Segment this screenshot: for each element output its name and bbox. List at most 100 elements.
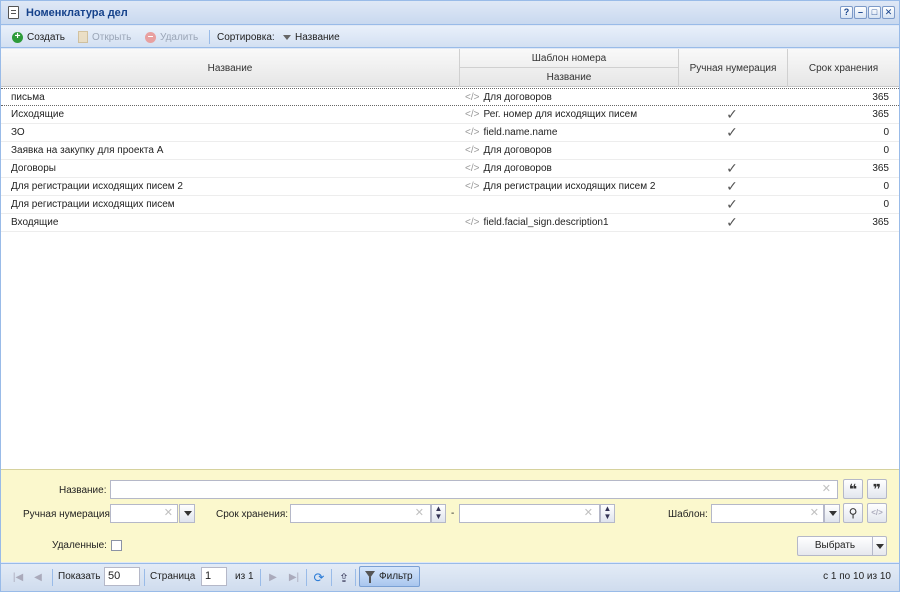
filter-deleted-label: Удаленные: — [52, 540, 107, 551]
sort-field-label: Название — [295, 31, 340, 43]
grid-header: Название Шаблон номера Название Ручная н… — [1, 49, 899, 87]
maximize-icon[interactable]: □ — [868, 6, 881, 19]
export-icon[interactable]: ⇪ — [337, 571, 351, 585]
cell-name: ЗО — [11, 127, 25, 138]
table-row[interactable]: письма </> Для договоров 365 — [1, 88, 899, 106]
check-icon: ✓ — [726, 196, 738, 212]
create-button[interactable]: + Создать — [12, 30, 65, 44]
code-icon: </> — [465, 145, 480, 156]
cell-retention: 0 — [883, 199, 889, 210]
next-page-icon[interactable]: ▶ — [266, 571, 280, 585]
table-row[interactable]: Заявка на закупку для проекта А </> Для д… — [1, 142, 899, 160]
open-document-icon — [78, 31, 88, 43]
pager-separator — [331, 569, 332, 586]
column-header-retention[interactable]: Срок хранения — [788, 49, 899, 87]
page-size-input[interactable]: 50 — [104, 567, 140, 586]
code-icon: </> — [465, 181, 480, 192]
filter-retention-label: Срок хранения: — [216, 509, 289, 520]
cell-template-text: Для договоров — [483, 163, 552, 174]
page-number-input[interactable]: 1 — [201, 567, 227, 586]
cell-template: </> field.facial_sign.description1 — [465, 214, 675, 232]
table-row[interactable]: ЗО </> field.name.name ✓ 0 — [1, 124, 899, 142]
page-size-label: Показать — [58, 571, 101, 582]
toolbar: + Создать Открыть – Удалить Сортировка: … — [1, 26, 899, 48]
delete-label: Удалить — [160, 31, 199, 43]
dropdown-trigger[interactable] — [179, 504, 195, 523]
search-icon[interactable]: ⚲ — [843, 503, 863, 523]
table-row[interactable]: Для регистрации исходящих писем ✓ 0 — [1, 196, 899, 214]
code-button[interactable]: </> — [867, 503, 887, 523]
filter-name-label: Название: — [59, 485, 107, 496]
cell-retention: 0 — [883, 127, 889, 138]
clear-icon[interactable]: ✕ — [584, 508, 593, 519]
close-icon[interactable]: ✕ — [882, 6, 895, 19]
quote-close-button[interactable]: ❞ — [867, 479, 887, 499]
sort-field-button[interactable]: Название — [283, 30, 340, 44]
select-dropdown-arrow[interactable] — [872, 537, 886, 555]
cell-name: Для регистрации исходящих писем 2 — [11, 181, 183, 192]
filter-template-select[interactable]: ✕ — [711, 504, 840, 523]
filter-button-label: Фильтр — [379, 571, 413, 582]
table-row[interactable]: Входящие </> field.facial_sign.descriptio… — [1, 214, 899, 232]
filter-icon — [365, 571, 375, 583]
clear-icon[interactable]: ✕ — [415, 508, 424, 519]
quote-open-button[interactable]: ❝ — [843, 479, 863, 499]
table-row[interactable]: Исходящие </> Рег. номер для исходящих пи… — [1, 106, 899, 124]
clear-icon[interactable]: ✕ — [164, 508, 173, 519]
cell-retention: 365 — [872, 217, 889, 228]
cell-template: </> Для договоров — [465, 89, 675, 107]
document-icon — [8, 6, 19, 19]
check-icon: ✓ — [726, 106, 738, 122]
cell-template: </> Для договоров — [465, 142, 675, 160]
cell-manual-check — [678, 89, 786, 107]
pager-separator — [260, 569, 261, 586]
open-button[interactable]: Открыть — [78, 30, 131, 44]
filter-toggle-button[interactable]: Фильтр — [359, 566, 420, 587]
column-header-name[interactable]: Название — [1, 49, 460, 87]
cell-retention: 365 — [872, 92, 889, 103]
clear-icon[interactable]: ✕ — [810, 508, 819, 519]
deleted-checkbox[interactable] — [111, 540, 122, 551]
code-icon: </> — [465, 217, 480, 228]
select-split-button[interactable]: Выбрать — [797, 536, 887, 556]
column-header-manual-label: Ручная нумерация — [689, 62, 777, 74]
column-header-manual-numbering[interactable]: Ручная нумерация — [679, 49, 788, 87]
pager-separator — [52, 569, 53, 586]
dropdown-trigger[interactable] — [824, 504, 840, 523]
code-icon: </> — [465, 127, 480, 138]
chevron-down-icon — [184, 511, 192, 516]
filter-name-input[interactable]: ✕ — [110, 480, 838, 499]
minimize-icon[interactable]: – — [854, 6, 867, 19]
pager-separator — [306, 569, 307, 586]
create-label: Создать — [27, 31, 66, 43]
toolbar-separator — [209, 30, 210, 44]
range-dash: - — [451, 508, 455, 519]
clear-icon[interactable]: ✕ — [822, 484, 831, 495]
table-row[interactable]: Договоры </> Для договоров ✓ 365 — [1, 160, 899, 178]
filter-manual-select[interactable]: ✕ — [110, 504, 195, 523]
delete-button[interactable]: – Удалить — [145, 30, 198, 44]
spinner-icon[interactable]: ▲ ▼ — [431, 504, 446, 523]
refresh-icon[interactable]: ⟳ — [312, 571, 326, 585]
cell-template-text: field.facial_sign.description1 — [483, 217, 609, 228]
open-label: Открыть — [92, 31, 132, 43]
check-icon: ✓ — [726, 214, 738, 230]
first-page-icon[interactable]: |◀ — [11, 571, 25, 585]
column-header-template-name[interactable]: Название — [460, 68, 678, 87]
cell-template: </> Рег. номер для исходящих писем — [465, 106, 675, 124]
filter-retention-from[interactable]: ✕ ▲ ▼ — [290, 504, 446, 523]
help-icon[interactable]: ? — [840, 6, 853, 19]
remove-icon: – — [145, 31, 156, 43]
filter-retention-to[interactable]: ✕ ▲ ▼ — [459, 504, 615, 523]
cell-name: Заявка на закупку для проекта А — [11, 145, 164, 156]
cell-retention: 365 — [872, 163, 889, 174]
table-row[interactable]: Для регистрации исходящих писем 2 </> Для… — [1, 178, 899, 196]
spinner-icon[interactable]: ▲ ▼ — [600, 504, 615, 523]
cell-name: Исходящие — [11, 109, 65, 120]
prev-page-icon[interactable]: ◀ — [31, 571, 45, 585]
sort-label: Сортировка: — [217, 30, 275, 44]
window-title: Номенклатура дел — [26, 7, 128, 19]
cell-name: Входящие — [11, 217, 59, 228]
last-page-icon[interactable]: ▶| — [287, 571, 301, 585]
pager-summary: с 1 по 10 из 10 — [823, 571, 891, 582]
